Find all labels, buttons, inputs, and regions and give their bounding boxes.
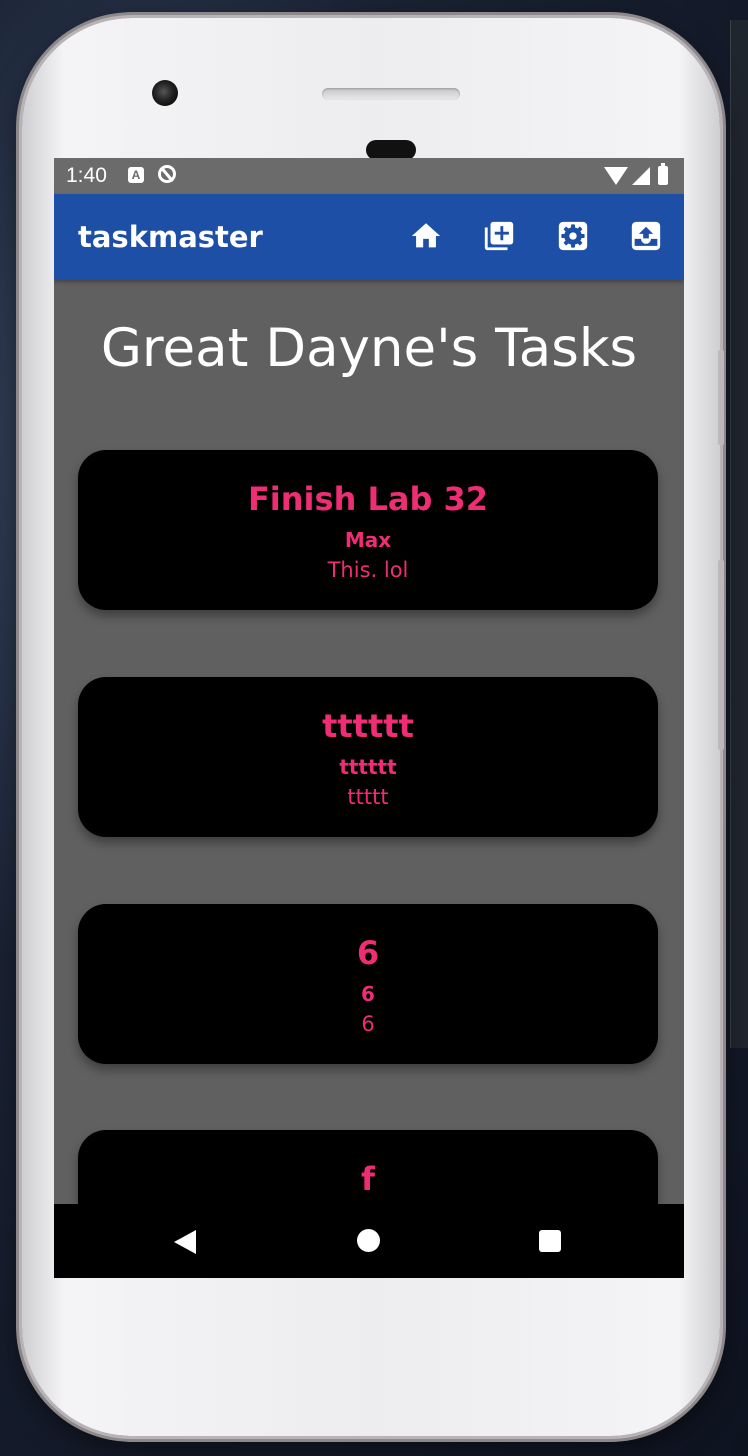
task-body: ttttt [347, 785, 389, 809]
signal-icon [632, 167, 650, 185]
task-title: f [361, 1160, 375, 1198]
task-body: 6 [361, 1012, 375, 1036]
home-icon [411, 223, 441, 248]
task-card[interactable]: f [78, 1130, 658, 1204]
page-title: Great Dayne's Tasks [100, 318, 638, 379]
home-button[interactable] [409, 219, 443, 253]
home-circle-icon[interactable] [357, 1229, 380, 1252]
navigation-bar [54, 1204, 684, 1278]
battery-icon [658, 163, 668, 185]
volume-button [718, 350, 724, 445]
background-window-edge [730, 20, 748, 1048]
task-card[interactable]: tttttt tttttt ttttt [78, 677, 658, 837]
recents-icon[interactable] [539, 1230, 561, 1252]
settings-button[interactable] [556, 219, 590, 253]
back-icon[interactable] [174, 1230, 196, 1254]
a-icon: A [128, 167, 144, 183]
add-task-icon [484, 221, 514, 251]
task-title: 6 [356, 934, 380, 972]
proximity-sensor [366, 140, 416, 160]
device-screen: 1:40 A taskmaster Great Dayne's Tasks Fi… [54, 158, 684, 1278]
task-assignee: tttttt [339, 755, 397, 779]
wifi-icon [604, 167, 628, 185]
front-camera [152, 80, 178, 106]
task-card[interactable]: 6 6 6 [78, 904, 658, 1064]
task-assignee: Max [344, 528, 392, 552]
app-bar: taskmaster [54, 194, 684, 280]
task-assignee: 6 [361, 982, 375, 1006]
task-list-page: Great Dayne's Tasks Finish Lab 32 Max Th… [54, 280, 684, 1204]
earpiece-speaker [322, 88, 460, 100]
task-card[interactable]: Finish Lab 32 Max This. lol [78, 450, 658, 610]
archive-upload-icon [631, 221, 661, 251]
status-bar: 1:40 A [54, 158, 684, 194]
settings-icon [558, 221, 588, 251]
sync-off-icon [158, 165, 176, 183]
task-title: tttttt [322, 707, 414, 745]
power-button [718, 560, 724, 750]
task-body: This. lol [327, 558, 409, 582]
archive-upload-button[interactable] [629, 219, 663, 253]
task-title: Finish Lab 32 [247, 480, 489, 518]
status-time: 1:40 [66, 164, 107, 187]
app-title: taskmaster [78, 220, 263, 254]
add-task-button[interactable] [482, 219, 516, 253]
